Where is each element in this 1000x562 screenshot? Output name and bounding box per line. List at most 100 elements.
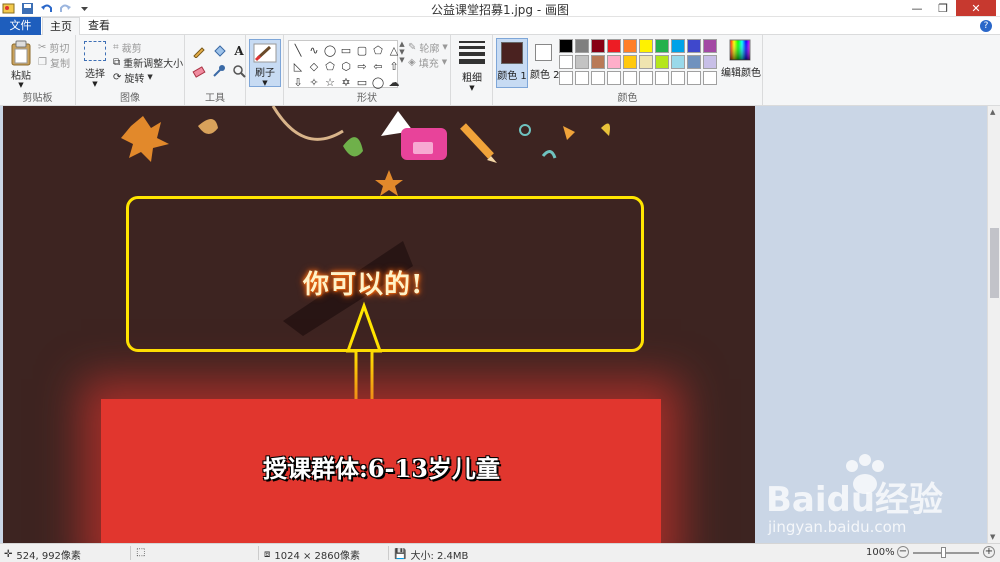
down-arrow-shape-icon[interactable]: ⇩: [291, 76, 305, 89]
palette-swatch[interactable]: [655, 39, 669, 53]
zoom-slider-thumb[interactable]: [941, 547, 946, 558]
crop-button[interactable]: ⌗ 裁剪: [113, 40, 142, 55]
brushes-button[interactable]: 刷子 ▼: [249, 39, 281, 87]
palette-swatch[interactable]: [607, 71, 621, 85]
palette-swatch[interactable]: [607, 55, 621, 69]
palette-swatch[interactable]: [671, 39, 685, 53]
copy-button[interactable]: ❐ 复制: [38, 55, 70, 70]
tab-view[interactable]: 查看: [84, 17, 114, 35]
palette-swatch[interactable]: [687, 71, 701, 85]
hexagon-shape-icon[interactable]: ⬡: [339, 60, 353, 73]
edit-colors-button[interactable]: 编辑颜色: [721, 39, 761, 79]
canvas-image[interactable]: 你可以的! 授课群体:6-13岁儿童: [3, 106, 755, 543]
image-group-label: 图像: [120, 93, 140, 104]
shape-grid: ╲ ∿ ◯ ▭ ▢ ⬠ △ ◺ ◇ ⬠ ⬡ ⇨ ⇦ ⇧ ⇩ ✧ ☆ ✡ ▭ ◯: [291, 44, 401, 89]
tab-home[interactable]: 主页: [42, 17, 80, 35]
palette-swatch[interactable]: [687, 55, 701, 69]
palette-swatch[interactable]: [703, 71, 717, 85]
left-arrow-shape-icon[interactable]: ⇦: [371, 60, 385, 73]
palette-swatch[interactable]: [591, 55, 605, 69]
palette-swatch[interactable]: [559, 55, 573, 69]
help-button[interactable]: ?: [980, 20, 992, 32]
palette-swatch[interactable]: [671, 71, 685, 85]
palette-swatch[interactable]: [575, 39, 589, 53]
outline-button[interactable]: ✎ 轮廓 ▼: [408, 40, 448, 55]
palette-swatch[interactable]: [703, 39, 717, 53]
cut-button[interactable]: ✂ 剪切: [38, 40, 69, 55]
clipboard-group-label: 剪贴板: [22, 93, 53, 104]
line-shape-icon[interactable]: ╲: [291, 44, 305, 57]
palette-swatch[interactable]: [655, 71, 669, 85]
color1-label: 颜色 1: [497, 71, 527, 82]
palette-swatch[interactable]: [575, 55, 589, 69]
scroll-down-icon[interactable]: ▼: [990, 533, 995, 541]
size-button[interactable]: 粗细 ▼: [459, 41, 485, 92]
six-point-star-shape-icon[interactable]: ✡: [339, 76, 353, 89]
palette-swatch[interactable]: [655, 55, 669, 69]
zoom-out-button[interactable]: −: [897, 546, 909, 558]
curve-shape-icon[interactable]: ∿: [307, 44, 321, 57]
chevron-down-icon: ▼: [442, 43, 448, 51]
palette-swatch[interactable]: [623, 71, 637, 85]
minimize-button[interactable]: —: [904, 0, 930, 16]
color2-swatch: [534, 44, 552, 61]
four-point-star-shape-icon[interactable]: ✧: [307, 76, 321, 89]
rounded-callout-shape-icon[interactable]: ▭: [355, 76, 369, 89]
chevron-down-icon: ▼: [469, 84, 475, 92]
brushes-group: 刷子 ▼: [246, 35, 284, 106]
palette-swatch[interactable]: [703, 55, 717, 69]
pencil-icon[interactable]: [191, 43, 207, 59]
rotate-icon: ⟳: [113, 71, 122, 83]
palette-swatch[interactable]: [559, 71, 573, 85]
palette-swatch[interactable]: [623, 39, 637, 53]
zoom-in-button[interactable]: +: [983, 546, 995, 558]
fill-bucket-icon[interactable]: [211, 43, 227, 59]
color1-button[interactable]: 颜色 1: [496, 38, 528, 88]
rotate-button[interactable]: ⟳ 旋转 ▼: [113, 70, 153, 85]
scroll-thumb[interactable]: [990, 228, 999, 298]
color-picker-icon[interactable]: [211, 63, 227, 79]
palette-swatch[interactable]: [639, 71, 653, 85]
magnifier-icon[interactable]: [231, 63, 247, 79]
palette-swatch[interactable]: [639, 55, 653, 69]
oval-shape-icon[interactable]: ◯: [323, 44, 337, 57]
select-button[interactable]: 选择 ▼: [82, 41, 108, 88]
zoom-slider[interactable]: [913, 552, 979, 554]
palette-swatch[interactable]: [687, 39, 701, 53]
vertical-scrollbar[interactable]: ▲ ▼: [987, 106, 1000, 543]
five-point-star-shape-icon[interactable]: ☆: [323, 76, 337, 89]
color2-button[interactable]: 颜色 2: [530, 38, 560, 88]
palette-swatch[interactable]: [623, 55, 637, 69]
fill-label: 填充: [418, 58, 439, 70]
palette-swatch[interactable]: [591, 39, 605, 53]
right-arrow-shape-icon[interactable]: ⇨: [355, 60, 369, 73]
shapes-scroll[interactable]: ▲ ▼ ▼: [398, 40, 406, 88]
right-triangle-shape-icon[interactable]: ◺: [291, 60, 305, 73]
fill-button[interactable]: ◈ 填充 ▼: [408, 55, 447, 70]
palette-swatch[interactable]: [639, 39, 653, 53]
palette-swatch[interactable]: [607, 39, 621, 53]
palette-swatch[interactable]: [591, 71, 605, 85]
palette-swatch[interactable]: [559, 39, 573, 53]
line-medium-icon: [459, 46, 485, 49]
resize-button[interactable]: ⧉ 重新调整大小: [113, 55, 183, 70]
close-button[interactable]: ✕: [956, 0, 996, 16]
chevron-down-icon: ▼: [147, 73, 153, 81]
palette-swatch[interactable]: [575, 71, 589, 85]
tab-file[interactable]: 文件: [0, 17, 41, 35]
rectangle-shape-icon[interactable]: ▭: [339, 44, 353, 57]
paste-button[interactable]: 粘贴 ▼: [6, 40, 36, 89]
diamond-shape-icon[interactable]: ◇: [307, 60, 321, 73]
palette-swatch[interactable]: [671, 55, 685, 69]
tools-group: A 工具: [185, 35, 246, 106]
polygon-shape-icon[interactable]: ⬠: [371, 44, 385, 57]
scroll-up-icon[interactable]: ▲: [990, 108, 995, 116]
text-tool-icon[interactable]: A: [231, 43, 247, 59]
eraser-icon[interactable]: [191, 63, 207, 79]
colors-group: 颜色 1 颜色 2 编辑颜色 颜色: [493, 35, 763, 106]
window-title: 公益课堂招募1.jpg - 画图: [431, 3, 569, 17]
oval-callout-shape-icon[interactable]: ◯: [371, 76, 385, 89]
maximize-button[interactable]: ❐: [930, 0, 956, 16]
rounded-rectangle-shape-icon[interactable]: ▢: [355, 44, 369, 57]
pentagon-shape-icon[interactable]: ⬠: [323, 60, 337, 73]
